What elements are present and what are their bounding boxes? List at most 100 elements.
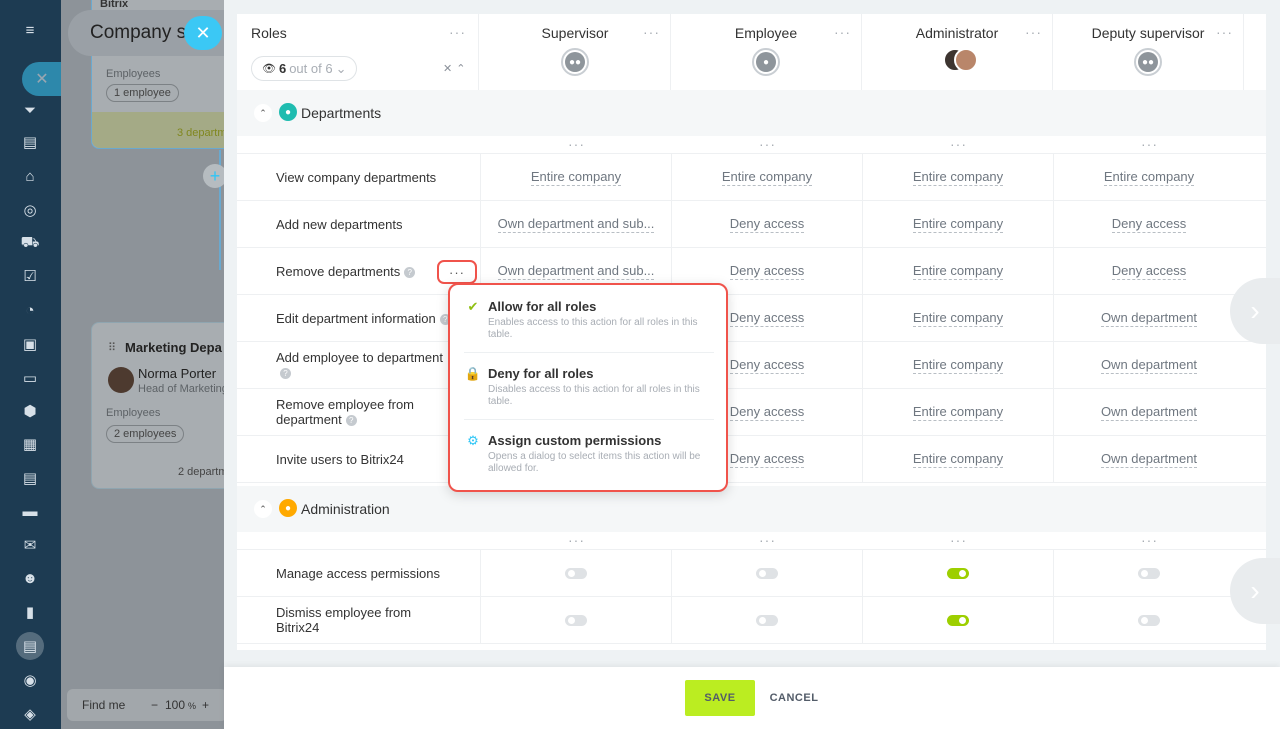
zoom-in-button[interactable]: + [202,698,209,712]
permission-value[interactable]: Entire company [912,169,1004,186]
permission-cell[interactable]: Deny access [671,201,862,247]
permission-toggle[interactable] [947,567,969,579]
permission-cell[interactable] [671,597,862,643]
tasks-icon[interactable]: ▤ [19,131,41,153]
help-icon[interactable]: ? [345,415,357,427]
permission-cell[interactable] [480,597,671,643]
zoom-out-button[interactable]: − [151,698,158,712]
menu-item-custom-permissions[interactable]: ⚙ Assign custom permissions Opens a dialog… [464,433,712,493]
chevron-up-icon[interactable]: ⌃ [254,500,272,518]
permission-cell[interactable]: Entire company [1053,154,1244,200]
inbox-icon[interactable]: ▬ [19,500,41,522]
checklist-icon[interactable]: ☑ [19,265,41,287]
permission-toggle[interactable] [756,614,778,626]
help-icon[interactable]: ? [280,368,291,380]
permission-value[interactable]: Entire company [530,169,622,186]
drag-handle-icon[interactable]: ⠿ [108,341,117,354]
permission-cell[interactable] [862,550,1053,596]
analytics-icon[interactable]: ▮ [19,601,41,623]
pie-icon[interactable]: ◔ [19,299,41,321]
permission-value[interactable]: Own department [1100,404,1198,421]
permission-cell[interactable]: Entire company [862,248,1053,294]
permission-value[interactable]: Own department and sub... [497,216,655,233]
roles-more-icon[interactable]: ··· [449,25,466,39]
permission-value[interactable]: Own department [1100,310,1198,327]
permission-cell[interactable]: Deny access [1053,248,1244,294]
chevron-up-icon[interactable]: ⌃ [254,104,272,122]
section-header[interactable]: ⌃ ● Administration [237,486,1266,532]
permission-cell[interactable]: Entire company [862,295,1053,341]
permission-value[interactable]: Deny access [729,216,805,233]
role-more-icon[interactable]: ··· [834,25,851,39]
column-more-icon[interactable]: ··· [759,137,776,151]
column-more-icon[interactable]: ··· [759,533,776,547]
permission-value[interactable]: Entire company [912,216,1004,233]
box-icon[interactable]: ◈ [19,703,41,725]
close-slider-button[interactable]: ✕ [184,16,222,50]
add-department-button[interactable]: + [203,164,224,188]
permission-cell[interactable]: Entire company [862,201,1053,247]
chat-bubble-icon[interactable]: ✕ [22,62,62,96]
find-me-button[interactable]: Find me [82,698,125,712]
cart-icon[interactable]: ⛟ [19,232,41,254]
permission-cell[interactable] [1053,597,1244,643]
permission-cell[interactable]: Entire company [862,342,1053,388]
permission-value[interactable]: Deny access [729,357,805,374]
save-button[interactable]: SAVE [685,680,755,716]
permission-cell[interactable] [862,597,1053,643]
mail-icon[interactable]: ✉ [19,534,41,556]
section-header[interactable]: ⌃ ● Departments [237,90,1266,136]
permission-value[interactable]: Own department [1100,451,1198,468]
android-icon[interactable]: ◉ [19,669,41,691]
permission-value[interactable]: Entire company [721,169,813,186]
contact-card-icon[interactable]: ▤ [16,632,44,660]
permission-value[interactable]: Deny access [729,404,805,421]
permission-value[interactable]: Deny access [729,263,805,280]
permission-cell[interactable] [671,550,862,596]
document-icon[interactable]: ▣ [19,333,41,355]
permission-value[interactable]: Deny access [729,310,805,327]
permission-cell[interactable]: Entire company [480,154,671,200]
funnel-icon[interactable]: ⏷ [19,99,41,121]
chat-icon[interactable]: ▭ [19,367,41,389]
target-icon[interactable]: ◎ [19,199,41,221]
menu-item-allow-all[interactable]: ✔ Allow for all roles Enables access to th… [464,299,712,359]
help-icon[interactable]: ? [404,266,416,278]
permission-cell[interactable]: Entire company [862,436,1053,482]
column-more-icon[interactable]: ··· [950,533,967,547]
permission-value[interactable]: Deny access [1111,263,1187,280]
role-more-icon[interactable]: ··· [1025,25,1042,39]
permission-value[interactable]: Entire company [912,451,1004,468]
permission-cell[interactable]: Entire company [671,154,862,200]
departments-link[interactable]: 2 departm [178,466,224,478]
permission-cell[interactable]: Own department [1053,342,1244,388]
calendar-icon[interactable]: ▦ [19,433,41,455]
permission-cell[interactable]: Own department and sub... [480,201,671,247]
row-more-button[interactable]: ··· [437,260,477,284]
permission-value[interactable]: Entire company [1103,169,1195,186]
role-more-icon[interactable]: ··· [643,25,660,39]
column-more-icon[interactable]: ··· [1141,533,1158,547]
permission-cell[interactable] [480,550,671,596]
permission-cell[interactable] [1053,550,1244,596]
cancel-button[interactable]: CANCEL [767,680,821,716]
permission-toggle[interactable] [1138,567,1160,579]
permission-value[interactable]: Deny access [1111,216,1187,233]
permission-cell[interactable]: Own department [1053,389,1244,435]
permission-cell[interactable]: Own department [1053,436,1244,482]
team-icon[interactable]: ☻ [19,567,41,589]
hexagon-icon[interactable]: ⬢ [19,400,41,422]
departments-link[interactable]: 3 departm [177,127,224,139]
menu-icon[interactable]: ≡ [19,19,41,41]
role-more-icon[interactable]: ··· [1216,25,1233,39]
employees-pill[interactable]: 2 employees [106,425,185,443]
column-more-icon[interactable]: ··· [568,533,585,547]
permission-value[interactable]: Entire company [912,357,1004,374]
permission-toggle[interactable] [565,567,587,579]
column-more-icon[interactable]: ··· [1141,137,1158,151]
permission-cell[interactable]: Entire company [862,389,1053,435]
bank-icon[interactable]: ⌂ [19,165,41,187]
column-more-icon[interactable]: ··· [568,137,585,151]
permission-value[interactable]: Own department [1100,357,1198,374]
menu-item-deny-all[interactable]: 🔒 Deny for all roles Disables access to th… [464,366,712,426]
